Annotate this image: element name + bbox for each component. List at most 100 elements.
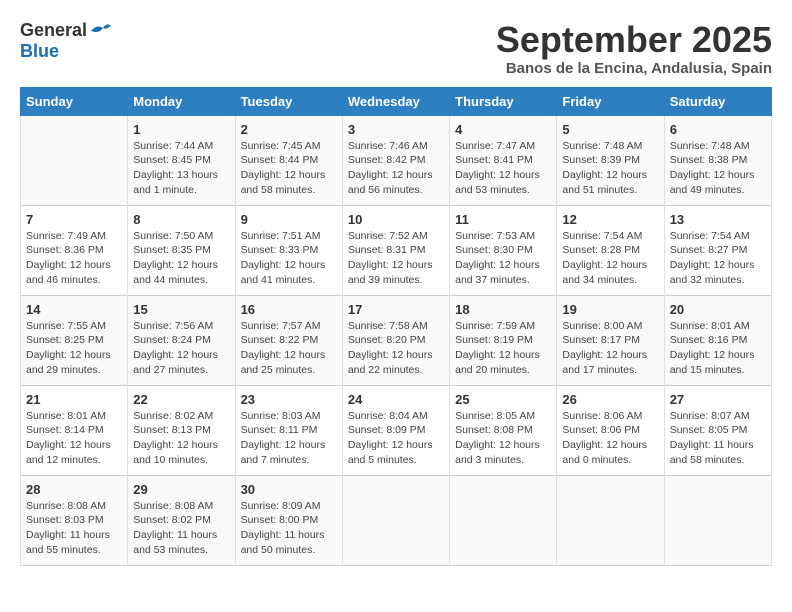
day-info: Sunrise: 8:06 AMSunset: 8:06 PMDaylight:… (562, 409, 658, 468)
day-info: Sunrise: 7:49 AMSunset: 8:36 PMDaylight:… (26, 229, 122, 288)
cell-week0-day3: 3 Sunrise: 7:46 AMSunset: 8:42 PMDaylight… (342, 115, 449, 205)
cell-week2-day4: 18 Sunrise: 7:59 AMSunset: 8:19 PMDayligh… (450, 295, 557, 385)
day-info: Sunrise: 8:02 AMSunset: 8:13 PMDaylight:… (133, 409, 229, 468)
day-info: Sunrise: 7:58 AMSunset: 8:20 PMDaylight:… (348, 319, 444, 378)
week-row-0: 1 Sunrise: 7:44 AMSunset: 8:45 PMDaylight… (21, 115, 772, 205)
cell-week1-day0: 7 Sunrise: 7:49 AMSunset: 8:36 PMDaylight… (21, 205, 128, 295)
day-info: Sunrise: 7:53 AMSunset: 8:30 PMDaylight:… (455, 229, 551, 288)
cell-week4-day0: 28 Sunrise: 8:08 AMSunset: 8:03 PMDayligh… (21, 475, 128, 565)
cell-week0-day4: 4 Sunrise: 7:47 AMSunset: 8:41 PMDaylight… (450, 115, 557, 205)
day-number: 30 (241, 482, 337, 497)
cell-week2-day1: 15Sunrise: 7:56 AMSunset: 8:24 PMDayligh… (128, 295, 235, 385)
week-row-4: 28 Sunrise: 8:08 AMSunset: 8:03 PMDayligh… (21, 475, 772, 565)
cell-week4-day3 (342, 475, 449, 565)
location-text: Banos de la Encina, Andalusia, Spain (496, 60, 772, 77)
cell-week3-day1: 22 Sunrise: 8:02 AMSunset: 8:13 PMDayligh… (128, 385, 235, 475)
day-number: 28 (26, 482, 122, 497)
day-number: 3 (348, 122, 444, 137)
day-number: 14 (26, 302, 122, 317)
header-sunday: Sunday (21, 87, 128, 115)
cell-week2-day6: 20 Sunrise: 8:01 AMSunset: 8:16 PMDayligh… (664, 295, 771, 385)
cell-week3-day2: 23 Sunrise: 8:03 AMSunset: 8:11 PMDayligh… (235, 385, 342, 475)
cell-week4-day2: 30Sunrise: 8:09 AMSunset: 8:00 PMDayligh… (235, 475, 342, 565)
title-section: September 2025 Banos de la Encina, Andal… (496, 20, 772, 77)
day-number: 24 (348, 392, 444, 407)
cell-week2-day0: 14Sunrise: 7:55 AMSunset: 8:25 PMDayligh… (21, 295, 128, 385)
day-number: 26 (562, 392, 658, 407)
cell-week1-day5: 12 Sunrise: 7:54 AMSunset: 8:28 PMDayligh… (557, 205, 664, 295)
day-info: Sunrise: 8:01 AMSunset: 8:14 PMDaylight:… (26, 409, 122, 468)
logo-blue-text: Blue (20, 41, 59, 62)
week-row-3: 21Sunrise: 8:01 AMSunset: 8:14 PMDayligh… (21, 385, 772, 475)
cell-week1-day3: 10Sunrise: 7:52 AMSunset: 8:31 PMDayligh… (342, 205, 449, 295)
day-info: Sunrise: 7:57 AMSunset: 8:22 PMDaylight:… (241, 319, 337, 378)
day-number: 8 (133, 212, 229, 227)
cell-week1-day4: 11 Sunrise: 7:53 AMSunset: 8:30 PMDayligh… (450, 205, 557, 295)
day-number: 6 (670, 122, 766, 137)
day-number: 23 (241, 392, 337, 407)
day-number: 4 (455, 122, 551, 137)
cell-week4-day6 (664, 475, 771, 565)
day-info: Sunrise: 7:56 AMSunset: 8:24 PMDaylight:… (133, 319, 229, 378)
day-info: Sunrise: 7:51 AMSunset: 8:33 PMDaylight:… (241, 229, 337, 288)
day-number: 22 (133, 392, 229, 407)
day-number: 12 (562, 212, 658, 227)
day-info: Sunrise: 7:54 AMSunset: 8:28 PMDaylight:… (562, 229, 658, 288)
calendar-table: Sunday Monday Tuesday Wednesday Thursday… (20, 87, 772, 566)
day-info: Sunrise: 7:59 AMSunset: 8:19 PMDaylight:… (455, 319, 551, 378)
week-row-2: 14Sunrise: 7:55 AMSunset: 8:25 PMDayligh… (21, 295, 772, 385)
day-info: Sunrise: 7:45 AMSunset: 8:44 PMDaylight:… (241, 139, 337, 198)
cell-week0-day5: 5 Sunrise: 7:48 AMSunset: 8:39 PMDaylight… (557, 115, 664, 205)
day-number: 19 (562, 302, 658, 317)
header-thursday: Thursday (450, 87, 557, 115)
day-info: Sunrise: 8:03 AMSunset: 8:11 PMDaylight:… (241, 409, 337, 468)
day-number: 20 (670, 302, 766, 317)
cell-week0-day1: 1 Sunrise: 7:44 AMSunset: 8:45 PMDaylight… (128, 115, 235, 205)
cell-week2-day3: 17 Sunrise: 7:58 AMSunset: 8:20 PMDayligh… (342, 295, 449, 385)
day-info: Sunrise: 7:47 AMSunset: 8:41 PMDaylight:… (455, 139, 551, 198)
day-number: 16 (241, 302, 337, 317)
day-info: Sunrise: 8:07 AMSunset: 8:05 PMDaylight:… (670, 409, 766, 468)
logo: General Blue (20, 20, 111, 62)
week-row-1: 7 Sunrise: 7:49 AMSunset: 8:36 PMDaylight… (21, 205, 772, 295)
day-info: Sunrise: 7:46 AMSunset: 8:42 PMDaylight:… (348, 139, 444, 198)
day-number: 11 (455, 212, 551, 227)
day-number: 7 (26, 212, 122, 227)
cell-week0-day6: 6 Sunrise: 7:48 AMSunset: 8:38 PMDaylight… (664, 115, 771, 205)
cell-week3-day5: 26 Sunrise: 8:06 AMSunset: 8:06 PMDayligh… (557, 385, 664, 475)
day-info: Sunrise: 7:54 AMSunset: 8:27 PMDaylight:… (670, 229, 766, 288)
cell-week0-day2: 2 Sunrise: 7:45 AMSunset: 8:44 PMDaylight… (235, 115, 342, 205)
day-info: Sunrise: 7:50 AMSunset: 8:35 PMDaylight:… (133, 229, 229, 288)
logo-bird-icon (89, 22, 111, 40)
cell-week1-day6: 13Sunrise: 7:54 AMSunset: 8:27 PMDayligh… (664, 205, 771, 295)
day-number: 18 (455, 302, 551, 317)
day-info: Sunrise: 8:01 AMSunset: 8:16 PMDaylight:… (670, 319, 766, 378)
day-number: 17 (348, 302, 444, 317)
day-number: 10 (348, 212, 444, 227)
header-wednesday: Wednesday (342, 87, 449, 115)
day-number: 1 (133, 122, 229, 137)
cell-week3-day4: 25Sunrise: 8:05 AMSunset: 8:08 PMDayligh… (450, 385, 557, 475)
cell-week4-day4 (450, 475, 557, 565)
cell-week0-day0 (21, 115, 128, 205)
day-number: 5 (562, 122, 658, 137)
day-info: Sunrise: 7:44 AMSunset: 8:45 PMDaylight:… (133, 139, 229, 198)
day-info: Sunrise: 8:08 AMSunset: 8:02 PMDaylight:… (133, 499, 229, 558)
day-info: Sunrise: 8:00 AMSunset: 8:17 PMDaylight:… (562, 319, 658, 378)
page-header: General Blue September 2025 Banos de la … (20, 20, 772, 77)
month-title: September 2025 (496, 20, 772, 60)
cell-week3-day3: 24Sunrise: 8:04 AMSunset: 8:09 PMDayligh… (342, 385, 449, 475)
cell-week2-day2: 16 Sunrise: 7:57 AMSunset: 8:22 PMDayligh… (235, 295, 342, 385)
day-number: 25 (455, 392, 551, 407)
cell-week4-day1: 29 Sunrise: 8:08 AMSunset: 8:02 PMDayligh… (128, 475, 235, 565)
cell-week3-day6: 27Sunrise: 8:07 AMSunset: 8:05 PMDayligh… (664, 385, 771, 475)
cell-week4-day5 (557, 475, 664, 565)
cell-week2-day5: 19 Sunrise: 8:00 AMSunset: 8:17 PMDayligh… (557, 295, 664, 385)
day-info: Sunrise: 7:48 AMSunset: 8:39 PMDaylight:… (562, 139, 658, 198)
day-number: 29 (133, 482, 229, 497)
day-number: 2 (241, 122, 337, 137)
cell-week1-day1: 8 Sunrise: 7:50 AMSunset: 8:35 PMDaylight… (128, 205, 235, 295)
day-info: Sunrise: 7:48 AMSunset: 8:38 PMDaylight:… (670, 139, 766, 198)
logo-general-text: General (20, 20, 87, 41)
day-info: Sunrise: 8:08 AMSunset: 8:03 PMDaylight:… (26, 499, 122, 558)
